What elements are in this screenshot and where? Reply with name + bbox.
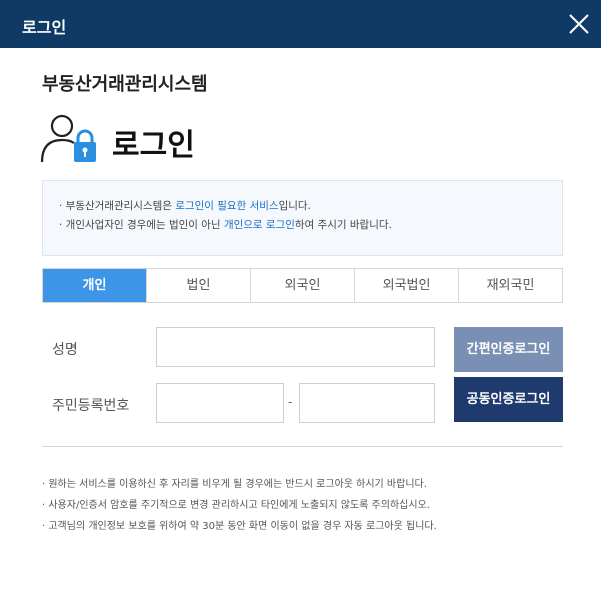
divider xyxy=(42,446,563,447)
notes-list: · 원하는 서비스를 이용하신 후 자리를 비우게 될 경우에는 반드시 로그아… xyxy=(42,474,437,537)
info-line-1: · 부동산거래관리시스템은 로그인이 필요한 서비스입니다. xyxy=(59,197,562,216)
note-item: · 원하는 서비스를 이용하신 후 자리를 비우게 될 경우에는 반드시 로그아… xyxy=(42,479,427,490)
note-item: · 고객님의 개인정보 보호를 위하여 약 30분 동안 화면 이동이 없을 경… xyxy=(42,521,437,532)
tab-individual[interactable]: 개인 xyxy=(43,269,146,302)
info-box: · 부동산거래관리시스템은 로그인이 필요한 서비스입니다. · 개인사업자인 … xyxy=(42,180,563,256)
name-input[interactable] xyxy=(156,327,435,367)
rrn-front-input[interactable] xyxy=(156,383,284,423)
info-line-1-suffix: 입니다. xyxy=(278,200,311,212)
tab-foreign-corporation[interactable]: 외국법인 xyxy=(354,269,458,302)
info-line-2-highlight: 개인으로 로그인 xyxy=(223,219,295,231)
note-item: · 사용자/인증서 암호를 주기적으로 변경 관리하시고 타인에게 노출되지 않… xyxy=(42,500,430,511)
login-heading: 로그인 xyxy=(112,128,195,163)
tab-corporation[interactable]: 법인 xyxy=(146,269,250,302)
close-icon[interactable] xyxy=(567,12,591,36)
rrn-label: 주민등록번호 xyxy=(52,398,130,414)
tab-overseas-korean[interactable]: 재외국민 xyxy=(458,269,562,302)
info-line-1-prefix: · 부동산거래관리시스템은 xyxy=(59,200,176,212)
user-lock-icon xyxy=(40,112,100,166)
rrn-separator: - xyxy=(288,395,293,409)
info-line-2-suffix: 하여 주시기 바랍니다. xyxy=(294,219,392,231)
info-line-1-highlight: 로그인이 필요한 서비스 xyxy=(175,200,279,212)
name-label: 성명 xyxy=(52,342,78,358)
info-line-2: · 개인사업자인 경우에는 법인이 아닌 개인으로 로그인하여 주시기 바랍니다… xyxy=(59,216,562,235)
title-bar: 로그인 xyxy=(0,0,601,48)
window-title: 로그인 xyxy=(22,18,67,37)
tab-foreigner[interactable]: 외국인 xyxy=(250,269,354,302)
simple-auth-login-button[interactable]: 간편인증로그인 xyxy=(454,327,563,372)
user-type-tabs: 개인 법인 외국인 외국법인 재외국민 xyxy=(42,268,563,303)
system-title: 부동산거래관리시스템 xyxy=(42,74,208,95)
info-line-2-prefix: · 개인사업자인 경우에는 법인이 아닌 xyxy=(59,219,224,231)
login-header: 로그인 xyxy=(40,112,340,166)
certificate-login-button[interactable]: 공동인증로그인 xyxy=(454,377,563,422)
rrn-back-input[interactable] xyxy=(299,383,435,423)
